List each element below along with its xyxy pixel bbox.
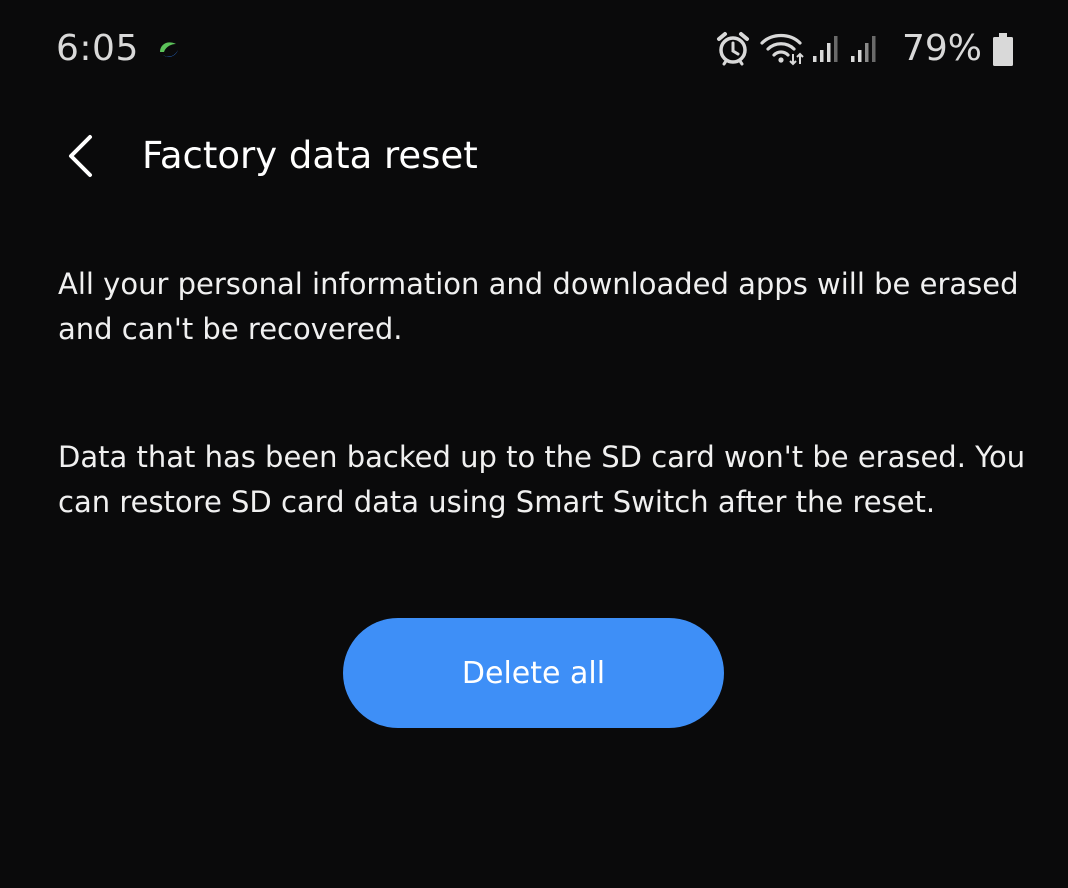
signal-icon <box>850 34 882 68</box>
signal-icon <box>812 34 842 68</box>
delete-all-button[interactable]: Delete all <box>343 618 724 728</box>
back-button[interactable] <box>52 130 108 186</box>
status-icons: 79% <box>712 28 1022 72</box>
status-bar: 6:05 79% <box>0 0 1068 100</box>
app-notification-icon <box>154 38 182 62</box>
erase-warning-text: All your personal information and downlo… <box>58 267 1019 346</box>
battery-percentage: 79% <box>902 28 983 69</box>
alarm-icon <box>716 31 750 71</box>
chevron-left-icon <box>65 134 95 182</box>
wifi-icon <box>760 32 804 70</box>
status-time: 6:05 <box>56 28 139 69</box>
sd-card-info-text: Data that has been backed up to the SD c… <box>58 440 1026 519</box>
battery-icon <box>992 33 1014 71</box>
page-title: Factory data reset <box>142 134 478 177</box>
